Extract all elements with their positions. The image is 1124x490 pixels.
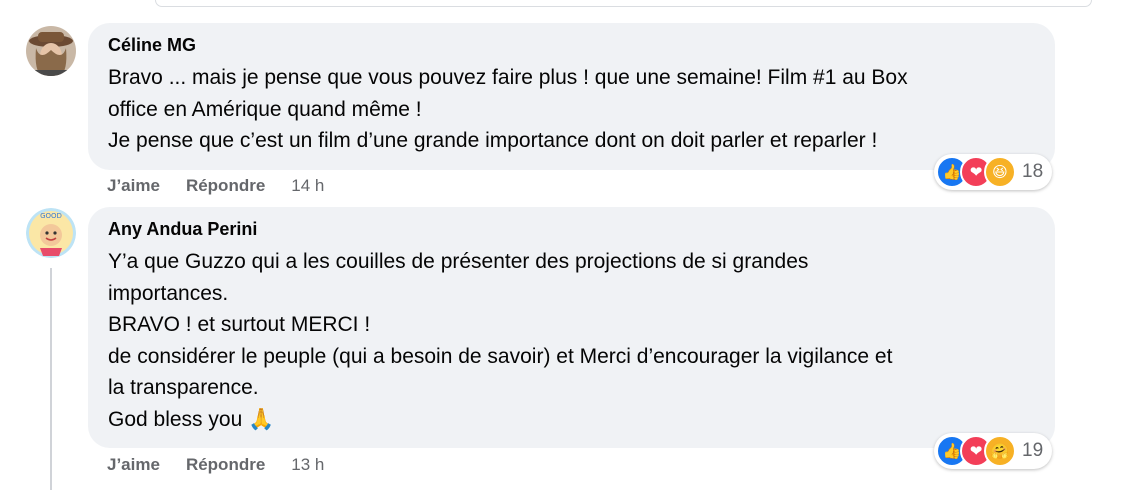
comment-timestamp[interactable]: 14 h [291, 176, 324, 196]
reaction-summary[interactable]: 👍 ❤ 🤗 19 [934, 433, 1052, 469]
like-button[interactable]: J’aime [107, 455, 160, 475]
like-button[interactable]: J’aime [107, 176, 160, 196]
comment-timestamp[interactable]: 13 h [291, 455, 324, 475]
avatar[interactable]: GOOD [26, 208, 76, 258]
comment-author[interactable]: Céline MG [108, 35, 1035, 56]
comment-actions: J’aime Répondre 13 h [107, 455, 324, 475]
reply-button[interactable]: Répondre [186, 176, 265, 196]
reply-button[interactable]: Répondre [186, 455, 265, 475]
reaction-count: 19 [1022, 440, 1044, 461]
previous-comment-bubble-edge [155, 0, 1092, 7]
comment-text: Bravo ... mais je pense que vous pouvez … [108, 66, 908, 152]
avatar[interactable] [26, 26, 76, 76]
reaction-summary[interactable]: 👍 ❤ 😆 18 [934, 154, 1052, 190]
svg-text:GOOD: GOOD [40, 212, 62, 220]
reaction-count: 18 [1022, 161, 1044, 182]
reply-thread-line [50, 268, 52, 490]
comment-text: Y’a que Guzzo qui a les couilles de prés… [108, 250, 893, 431]
comment-bubble: Céline MG Bravo ... mais je pense que vo… [88, 23, 1055, 170]
haha-icon: 😆 [984, 156, 1016, 188]
care-icon: 🤗 [984, 435, 1016, 467]
comment-author[interactable]: Any Andua Perini [108, 219, 1035, 240]
comment-bubble: Any Andua Perini Y’a que Guzzo qui a les… [88, 207, 1055, 448]
comment-actions: J’aime Répondre 14 h [107, 176, 324, 196]
